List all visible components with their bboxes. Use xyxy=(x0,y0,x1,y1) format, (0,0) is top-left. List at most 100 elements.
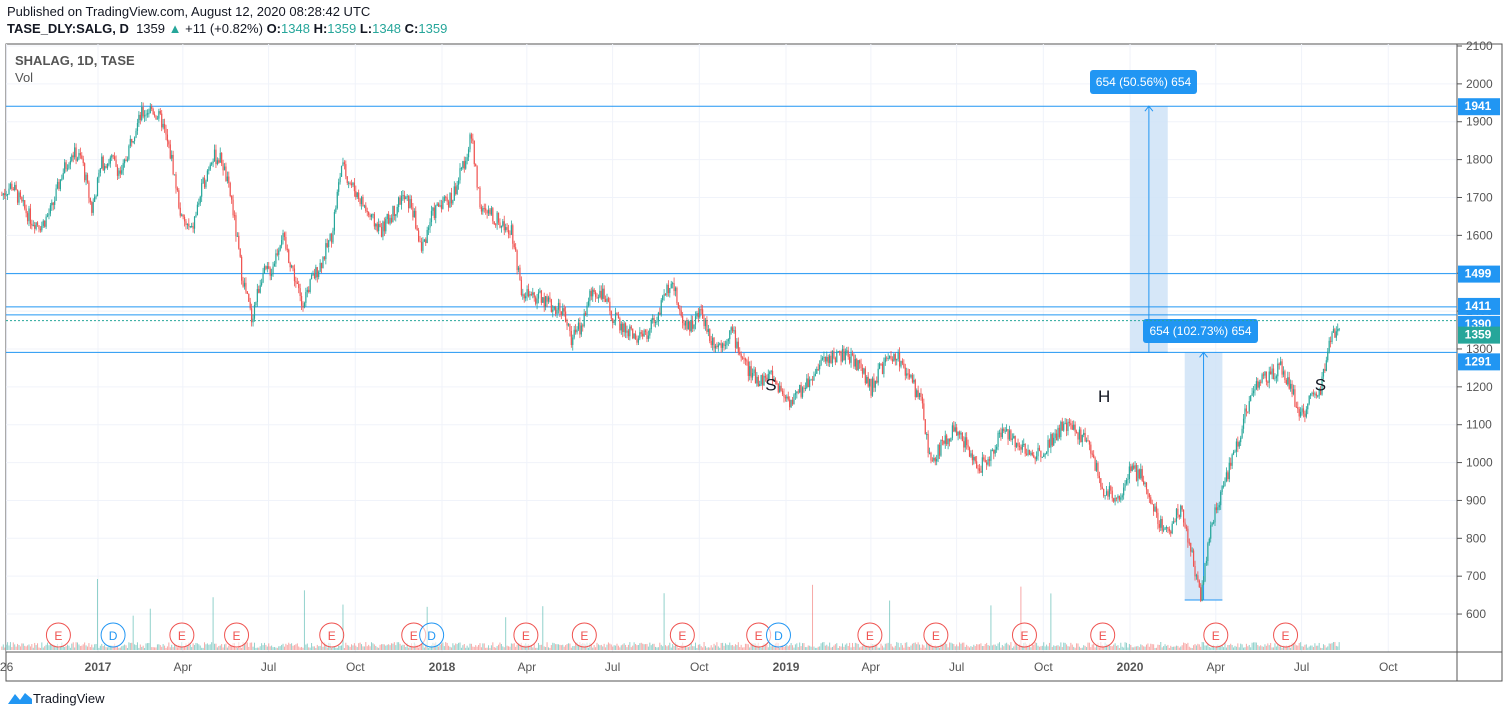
volume-bar xyxy=(1007,644,1009,650)
candle-body xyxy=(900,360,902,367)
candle-body xyxy=(336,191,338,209)
earnings-marker[interactable]: E xyxy=(224,622,250,648)
candle-body xyxy=(492,208,494,222)
candle-body xyxy=(886,357,888,359)
candle-body xyxy=(1288,377,1290,389)
time-tick-label: 2019 xyxy=(773,660,800,674)
volume-bar xyxy=(246,642,248,650)
volume-bar xyxy=(637,645,639,650)
volume-bar xyxy=(1153,644,1155,650)
volume-bar xyxy=(1332,642,1334,650)
volume-bar xyxy=(642,643,644,650)
volume-bar xyxy=(699,644,701,650)
earnings-marker[interactable]: E xyxy=(571,622,597,648)
candle-body xyxy=(977,468,979,470)
earnings-marker[interactable]: E xyxy=(857,622,883,648)
candle-body xyxy=(74,147,76,158)
candle-body xyxy=(156,118,159,120)
candle-body xyxy=(720,343,722,348)
volume-bar xyxy=(343,647,345,650)
earnings-marker[interactable]: E xyxy=(169,622,195,648)
candle-body xyxy=(669,288,671,294)
candle-body xyxy=(352,182,354,186)
earnings-marker[interactable]: E xyxy=(1011,622,1037,648)
candle-body xyxy=(1221,486,1223,492)
candle-body xyxy=(186,223,189,225)
volume-bar xyxy=(1043,642,1045,650)
earnings-marker[interactable]: E xyxy=(513,622,539,648)
candle-body xyxy=(439,205,441,207)
candle-body xyxy=(948,438,951,442)
candle-body xyxy=(749,366,751,376)
candle-body xyxy=(974,456,976,462)
candle-body xyxy=(866,376,868,384)
candle-body xyxy=(736,341,738,348)
volume-bar xyxy=(1254,642,1256,650)
tradingview-logo[interactable]: TradingView xyxy=(7,690,105,706)
volume-bar xyxy=(42,647,44,650)
volume-bar xyxy=(903,647,905,650)
volume-bar xyxy=(476,646,478,650)
earnings-marker[interactable]: E xyxy=(923,622,949,648)
earnings-marker[interactable]: E xyxy=(319,622,345,648)
measure-label: 654 (50.56%) 654 xyxy=(1096,75,1192,89)
candle-body xyxy=(984,459,986,463)
volume-bar xyxy=(393,642,395,650)
volume-bar xyxy=(787,646,789,650)
candle-body xyxy=(993,449,995,454)
volume-bar xyxy=(1157,644,1159,650)
volume-bar xyxy=(462,645,464,650)
candle-body xyxy=(888,356,891,359)
volume-bar xyxy=(144,647,146,650)
candle-body xyxy=(457,180,460,185)
candle-body xyxy=(1327,351,1329,361)
volume-bar xyxy=(338,645,340,650)
volume-bar xyxy=(696,647,698,650)
event-letter: E xyxy=(54,629,62,643)
volume-bar xyxy=(894,645,896,650)
volume-bar xyxy=(694,642,696,650)
dividend-marker[interactable]: D xyxy=(100,622,126,648)
volume-bar xyxy=(946,644,948,650)
candle-body xyxy=(462,161,464,168)
candle-body xyxy=(392,205,394,223)
volume-bar xyxy=(322,646,324,650)
earnings-marker[interactable]: E xyxy=(1273,622,1299,648)
time-tick-label: Oct xyxy=(346,660,365,674)
volume-bar xyxy=(832,646,834,650)
price-chart[interactable]: 2100200019001800170016001500140013001200… xyxy=(0,0,1508,718)
candle-body xyxy=(1267,381,1269,383)
candle-body xyxy=(987,459,989,465)
candle-body xyxy=(579,322,581,335)
dividend-marker[interactable]: D xyxy=(765,622,791,648)
candle-body xyxy=(502,221,504,226)
candle-body xyxy=(359,198,361,205)
earnings-marker[interactable]: E xyxy=(669,622,695,648)
candle-body xyxy=(854,358,856,367)
volume-bar xyxy=(1231,645,1233,650)
candle-body xyxy=(52,202,54,205)
candle-body xyxy=(966,437,968,446)
volume-bar xyxy=(1057,645,1059,650)
candle-body xyxy=(215,149,217,165)
volume-bar xyxy=(346,644,348,650)
earnings-marker[interactable]: E xyxy=(45,622,71,648)
candle-body xyxy=(1280,361,1282,365)
earnings-marker[interactable]: E xyxy=(1203,622,1229,648)
volume-bar xyxy=(331,647,333,650)
candle-body xyxy=(1128,466,1130,479)
candle-body xyxy=(507,229,510,234)
candle-body xyxy=(1302,408,1305,414)
volume-bar xyxy=(996,646,998,650)
candle-body xyxy=(36,222,39,226)
volume-bar xyxy=(931,647,933,650)
candle-body xyxy=(288,249,290,263)
candle-body xyxy=(769,372,771,374)
volume-bar xyxy=(385,645,387,650)
earnings-marker[interactable]: E xyxy=(1090,622,1116,648)
dividend-marker[interactable]: D xyxy=(419,622,445,648)
candle-body xyxy=(1220,491,1222,506)
candle-body xyxy=(512,225,514,244)
candle-body xyxy=(540,290,542,303)
volume-bar xyxy=(12,642,14,650)
